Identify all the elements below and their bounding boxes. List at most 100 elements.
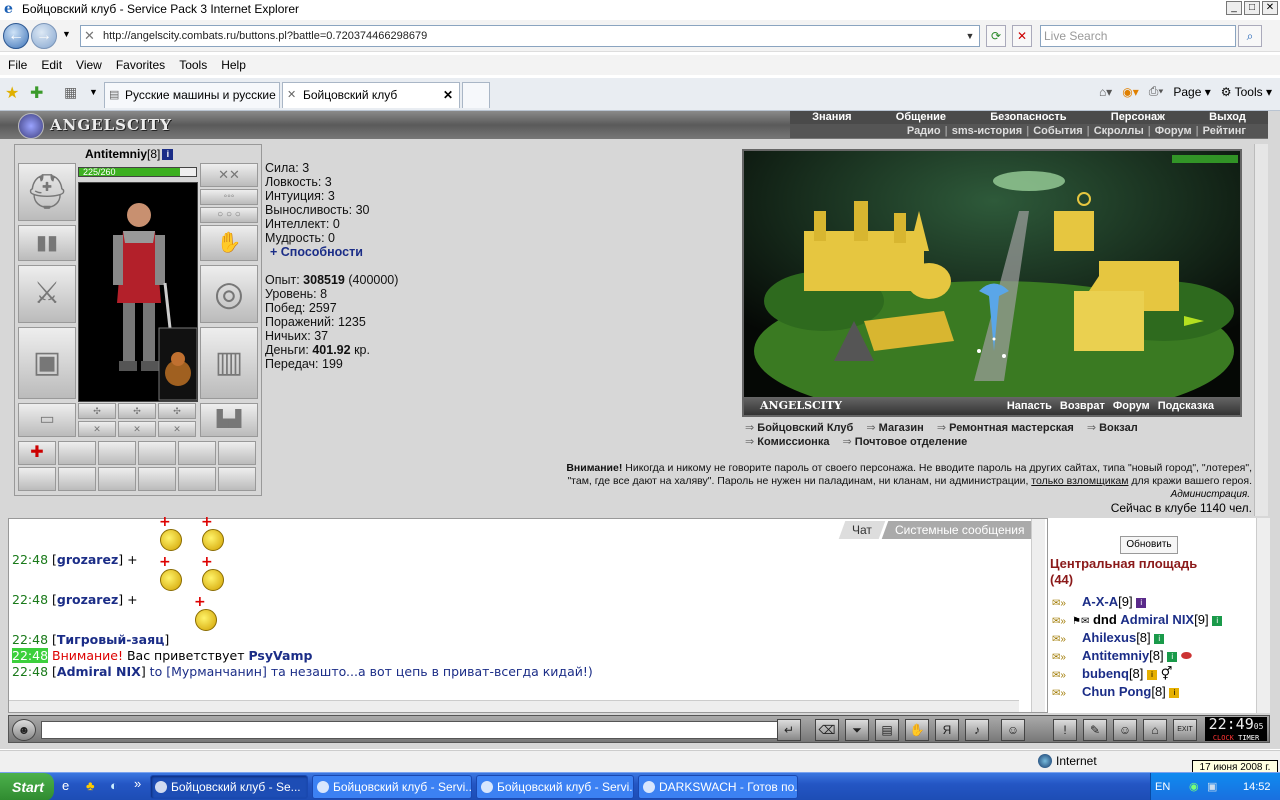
- location-shop[interactable]: Магазин: [866, 422, 923, 434]
- private-icon[interactable]: ✋: [905, 719, 929, 741]
- tab-chat[interactable]: Чат: [838, 521, 885, 539]
- tab-russian-cars[interactable]: ▤ Русские машины и русские ...: [104, 82, 280, 108]
- location-station[interactable]: Вокзал: [1087, 422, 1138, 434]
- history-dropdown-icon[interactable]: ▼: [62, 29, 71, 39]
- exit-icon[interactable]: EXIT: [1173, 719, 1197, 741]
- filter-icon[interactable]: ⏷: [845, 719, 869, 741]
- nav-scrolls[interactable]: Скроллы: [1094, 124, 1144, 138]
- character-avatar[interactable]: [78, 182, 198, 402]
- quick-launch-ie-icon[interactable]: e: [62, 778, 69, 793]
- sound-icon[interactable]: ♪: [965, 719, 989, 741]
- hint-link[interactable]: Подсказка: [1158, 397, 1214, 415]
- nav-forum[interactable]: Форум: [1155, 124, 1192, 138]
- nav-communication[interactable]: Общение: [896, 111, 946, 124]
- user-name[interactable]: Ahilexus: [1082, 630, 1136, 645]
- address-dropdown-icon[interactable]: ▼: [963, 28, 977, 44]
- lock-icon[interactable]: ⌂: [1143, 719, 1167, 741]
- menu-favorites[interactable]: Favorites: [116, 58, 165, 72]
- location-repair[interactable]: Ремонтная мастерская: [937, 422, 1074, 434]
- quick-tabs-icon[interactable]: ▦: [64, 84, 77, 101]
- chat-horizontal-scrollbar[interactable]: [9, 700, 1019, 712]
- page-menu[interactable]: Page ▾: [1173, 85, 1210, 99]
- people-icon[interactable]: ☺: [1113, 719, 1137, 741]
- forward-button[interactable]: →: [31, 23, 57, 49]
- taskbar-item-fight-club-1[interactable]: Бойцовский клуб - Se...: [150, 775, 308, 799]
- menu-view[interactable]: View: [76, 58, 102, 72]
- minimize-button[interactable]: _: [1226, 1, 1242, 15]
- rune-slot-2-icon[interactable]: ✣: [118, 403, 156, 419]
- spell-slot-2-icon[interactable]: ✕: [118, 421, 156, 437]
- tab-list-dropdown-icon[interactable]: ▼: [89, 87, 98, 97]
- hackers-link[interactable]: только взломщикам: [1031, 475, 1128, 487]
- belt-item-slot-icon[interactable]: [218, 467, 256, 491]
- user-row[interactable]: ✉» A-X-A[9] i: [1052, 594, 1147, 610]
- user-row[interactable]: ✉» Chun Pong[8] i: [1052, 684, 1180, 700]
- user-name[interactable]: Antitemniy: [1082, 648, 1149, 663]
- nav-security[interactable]: Безопасность: [990, 111, 1066, 124]
- address-bar[interactable]: ✕ http://angelscity.combats.ru/buttons.p…: [80, 25, 980, 47]
- rune-slot-3-icon[interactable]: ✣: [158, 403, 196, 419]
- home-icon[interactable]: ⌂▾: [1099, 85, 1112, 99]
- scroll-icon[interactable]: ✎: [1083, 719, 1107, 741]
- belt-item-slot-icon[interactable]: [98, 467, 136, 491]
- nav-knowledge[interactable]: Знания: [812, 111, 851, 124]
- whisper-icon[interactable]: ✉»: [1052, 632, 1072, 645]
- menu-file[interactable]: File: [8, 58, 27, 72]
- forum-link[interactable]: Форум: [1113, 397, 1150, 415]
- eraser-icon[interactable]: ⌫: [815, 719, 839, 741]
- belt-item-slot-icon[interactable]: [178, 441, 216, 465]
- whisper-icon[interactable]: ✉»: [1052, 596, 1072, 609]
- tab-system-messages[interactable]: Системные сообщения: [882, 521, 1039, 539]
- belt-slot-icon[interactable]: ▭: [18, 403, 76, 437]
- spell-slot-1-icon[interactable]: ✕: [78, 421, 116, 437]
- nav-rating[interactable]: Рейтинг: [1203, 124, 1246, 138]
- user-name[interactable]: bubenq: [1082, 666, 1129, 681]
- nav-character[interactable]: Персонаж: [1111, 111, 1165, 124]
- whisper-icon[interactable]: ✉»: [1052, 650, 1072, 663]
- user-row[interactable]: ✉» Antitemniy[8] i ⬬: [1052, 648, 1192, 664]
- info-icon[interactable]: i: [1169, 687, 1180, 698]
- spell-slot-3-icon[interactable]: ✕: [158, 421, 196, 437]
- user-row[interactable]: ✉» ⚑✉ dnd Admiral NIX[9] i: [1052, 612, 1223, 630]
- shield-slot-icon[interactable]: ◎: [200, 265, 258, 323]
- save-log-icon[interactable]: ▤: [875, 719, 899, 741]
- message-time[interactable]: 22:48: [12, 664, 48, 679]
- message-time[interactable]: 22:48: [12, 552, 48, 567]
- send-icon[interactable]: ↵: [777, 719, 801, 741]
- message-nick[interactable]: grozarez: [57, 552, 118, 567]
- timer-label[interactable]: TIMER: [1238, 734, 1259, 742]
- nav-events[interactable]: События: [1033, 124, 1082, 138]
- boots-slot-icon[interactable]: ▙▟: [200, 403, 258, 437]
- refresh-button[interactable]: ⟳: [986, 25, 1006, 47]
- location-post-office[interactable]: Почтовое отделение: [843, 436, 968, 448]
- nav-sms-history[interactable]: sms-история: [952, 124, 1022, 138]
- rune-slot-1-icon[interactable]: ✣: [78, 403, 116, 419]
- tools-menu[interactable]: ⚙ Tools ▾: [1221, 85, 1272, 99]
- whisper-icon[interactable]: ✉»: [1052, 686, 1072, 699]
- search-input[interactable]: Live Search: [1040, 25, 1236, 47]
- taskbar-item-fight-club-3[interactable]: Бойцовский клуб - Servi...: [476, 775, 634, 799]
- user-name[interactable]: A-X-A: [1082, 594, 1118, 609]
- helmet-slot-icon[interactable]: ⛑: [18, 163, 76, 221]
- alert-icon[interactable]: !: [1053, 719, 1077, 741]
- clock-label[interactable]: CLOCK: [1213, 734, 1234, 742]
- city-map[interactable]: ANGELSCITY Напасть Возврат Форум Подсказ…: [742, 149, 1242, 417]
- info-icon[interactable]: i: [162, 149, 174, 161]
- menu-edit[interactable]: Edit: [41, 58, 62, 72]
- back-button[interactable]: ←: [3, 23, 29, 49]
- taskbar-item-fight-club-2[interactable]: Бойцовский клуб - Servi...: [312, 775, 472, 799]
- tray-status-icon[interactable]: ◉: [1189, 773, 1199, 800]
- info-icon[interactable]: i: [1154, 633, 1165, 644]
- menu-help[interactable]: Help: [221, 58, 246, 72]
- favorites-star-icon[interactable]: ★: [5, 83, 19, 103]
- user-row[interactable]: ✉» Ahilexus[8] i: [1052, 630, 1165, 646]
- taskbar-item-darkswach[interactable]: DARKSWACH - Готов по...: [638, 775, 798, 799]
- print-icon[interactable]: ⎙▾: [1149, 84, 1164, 99]
- whisper-icon[interactable]: ✉»: [1052, 614, 1072, 627]
- head-icon[interactable]: ☻: [12, 719, 36, 741]
- tab-fight-club[interactable]: ✕ Бойцовский клуб ✕: [282, 82, 460, 108]
- main-scrollbar[interactable]: [1254, 144, 1268, 516]
- belt-item-slot-icon[interactable]: [218, 441, 256, 465]
- whisper-icon[interactable]: ✉»: [1052, 668, 1072, 681]
- attack-link[interactable]: Напасть: [1007, 397, 1052, 415]
